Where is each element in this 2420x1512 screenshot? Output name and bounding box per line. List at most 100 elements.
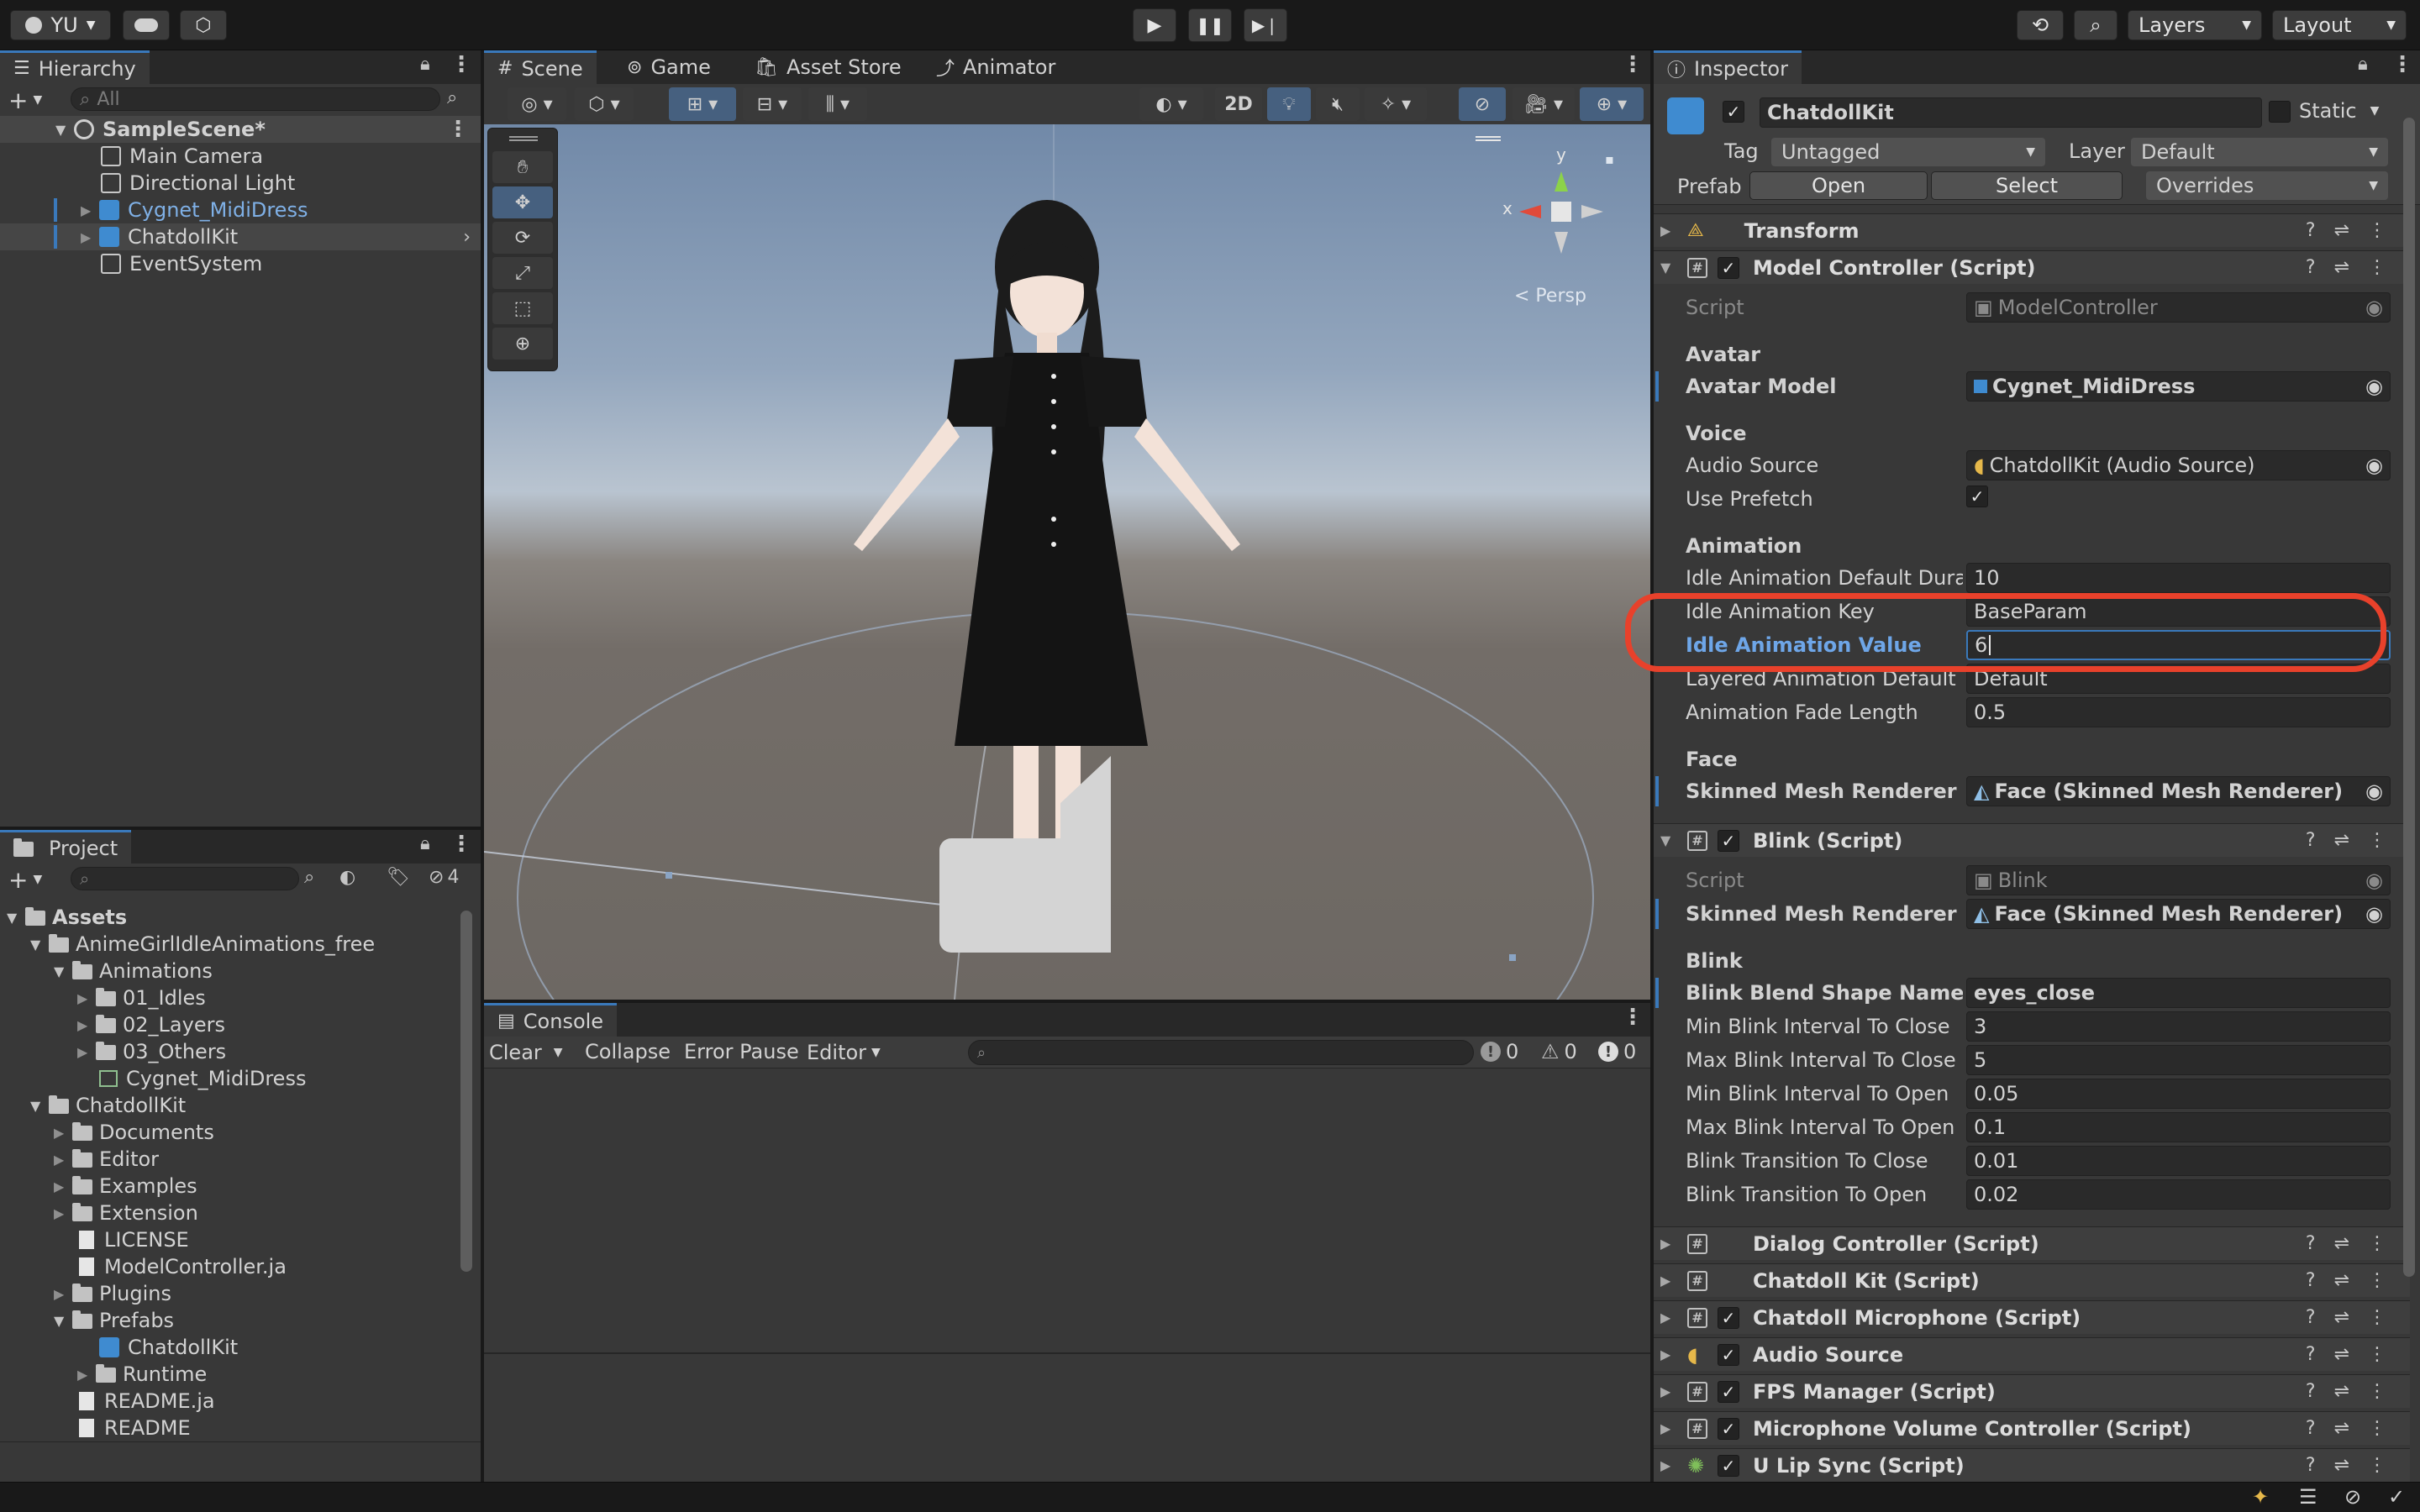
- max-close-input[interactable]: 5: [1966, 1045, 2391, 1075]
- lock-icon[interactable]: 🔒︎: [420, 54, 430, 75]
- min-close-input[interactable]: 3: [1966, 1011, 2391, 1042]
- kebab-menu-icon[interactable]: ⋮: [2368, 1344, 2386, 1365]
- object-picker-icon[interactable]: ◉: [2365, 454, 2383, 477]
- hierarchy-menu-button[interactable]: ⋮: [450, 52, 472, 77]
- presets-icon[interactable]: ⇌: [2334, 1455, 2349, 1476]
- component-ulipsync[interactable]: ▶ ✺ ✓ U Lip Sync (Script) ? ⇌ ⋮: [1654, 1448, 2410, 1482]
- auto-refresh-icon[interactable]: ✓: [2388, 1485, 2405, 1509]
- network-off-icon[interactable]: ⊘: [2344, 1485, 2361, 1509]
- idle-default-duration-input[interactable]: 10: [1966, 563, 2391, 593]
- tab-asset-store[interactable]: 🛍︎ Asset Store: [741, 50, 915, 84]
- project-item-readme[interactable]: README: [79, 1415, 191, 1441]
- tab-hierarchy[interactable]: ☰ Hierarchy: [0, 50, 150, 84]
- static-checkbox[interactable]: [2269, 101, 2291, 123]
- kebab-menu-icon[interactable]: ⋮: [2368, 830, 2386, 851]
- grid-snap-button[interactable]: ⊞ ▾: [669, 87, 736, 121]
- kebab-menu-icon[interactable]: ⋮: [2368, 1418, 2386, 1439]
- prefab-overrides-dropdown[interactable]: Overrides ▼: [2146, 171, 2388, 200]
- trans-open-input[interactable]: 0.02: [1966, 1179, 2391, 1210]
- component-enabled-checkbox[interactable]: ✓: [1718, 1306, 1739, 1329]
- help-icon[interactable]: ?: [2306, 220, 2316, 241]
- project-item-runtime[interactable]: ▶ Runtime: [77, 1361, 207, 1388]
- history-button[interactable]: ⟲: [2017, 10, 2064, 40]
- increment-snap-button[interactable]: ⫼ ▾: [808, 87, 867, 121]
- component-enabled-checkbox[interactable]: ✓: [1718, 256, 1739, 279]
- project-item-readme-ja[interactable]: README.ja: [79, 1388, 215, 1415]
- console-detail-divider[interactable]: [484, 1352, 1650, 1354]
- hierarchy-item-eventsystem[interactable]: EventSystem: [101, 250, 262, 277]
- kebab-menu-icon[interactable]: ⋮: [2368, 257, 2386, 278]
- min-open-input[interactable]: 0.05: [1966, 1079, 2391, 1109]
- audio-source-field[interactable]: ◖ ChatdollKit (Audio Source) ◉: [1966, 450, 2391, 480]
- face-smr-field[interactable]: ◭ Face (Skinned Mesh Renderer) ◉: [1966, 776, 2391, 806]
- component-mic-volume-controller[interactable]: ▶ # ✓ Microphone Volume Controller (Scri…: [1654, 1411, 2410, 1445]
- draw-mode-dropdown[interactable]: ◐ ▾: [1139, 87, 1203, 121]
- project-item-editor[interactable]: ▶ Editor: [54, 1146, 159, 1173]
- object-name-input[interactable]: ChatdollKit: [1760, 97, 2262, 128]
- project-item-documents[interactable]: ▶ Documents: [54, 1119, 214, 1146]
- lighting-toggle[interactable]: 💡︎: [1267, 87, 1311, 121]
- component-fps-manager[interactable]: ▶ # ✓ FPS Manager (Script) ? ⇌ ⋮: [1654, 1374, 2410, 1408]
- orientation-gizmo[interactable]: y x: [1502, 144, 1620, 262]
- static-dropdown[interactable]: Static ▼: [2299, 99, 2379, 123]
- tab-inspector[interactable]: ⓘ Inspector: [1654, 50, 1802, 84]
- component-audio-source[interactable]: ▶ ◖ ✓ Audio Source ? ⇌ ⋮: [1654, 1337, 2410, 1371]
- chevron-right-icon[interactable]: ›: [463, 227, 471, 248]
- effects-dropdown[interactable]: ✧ ▾: [1365, 87, 1427, 121]
- hidden-packages-toggle[interactable]: ⊘ 4: [429, 867, 459, 888]
- gizmos-dropdown[interactable]: ⊕ ▾: [1580, 87, 1644, 121]
- component-model-controller[interactable]: ▼ # ✓ Model Controller (Script) ? ⇌ ⋮: [1654, 250, 2410, 284]
- project-item-chatdollkit-prefab[interactable]: ChatdollKit: [99, 1334, 238, 1361]
- console-search-input[interactable]: ⌕: [968, 1040, 1474, 1065]
- component-blink[interactable]: ▼ # ✓ Blink (Script) ? ⇌ ⋮: [1654, 823, 2410, 857]
- component-enabled-checkbox[interactable]: ✓: [1718, 1454, 1739, 1477]
- help-icon[interactable]: ?: [2306, 1344, 2316, 1365]
- help-icon[interactable]: ?: [2306, 1307, 2316, 1328]
- collab-button[interactable]: ⬡: [180, 10, 227, 40]
- persp-label[interactable]: < Persp: [1514, 286, 1586, 307]
- project-item-03-others[interactable]: ▶ 03_Others: [77, 1038, 226, 1065]
- project-item-examples[interactable]: ▶ Examples: [54, 1173, 197, 1200]
- project-item-extension[interactable]: ▶ Extension: [54, 1200, 198, 1226]
- transform-tool-button[interactable]: ⊕: [492, 328, 553, 360]
- project-item-chatdollkit[interactable]: ▼ ChatdollKit: [30, 1092, 186, 1119]
- object-picker-icon[interactable]: ◉: [2365, 780, 2383, 803]
- kebab-menu-icon[interactable]: ⋮: [2368, 220, 2386, 241]
- hierarchy-item-main-camera[interactable]: Main Camera: [101, 143, 263, 170]
- kebab-menu-icon[interactable]: ⋮: [2368, 1455, 2386, 1476]
- hand-tool-button[interactable]: ✋︎: [492, 151, 553, 183]
- tab-project[interactable]: Project: [0, 830, 132, 864]
- lock-icon[interactable]: 🔒︎: [2358, 54, 2368, 75]
- shape-name-input[interactable]: eyes_close: [1966, 978, 2391, 1008]
- move-tool-button[interactable]: ✥: [492, 186, 553, 218]
- grid-toggle-button[interactable]: ⊟ ▾: [743, 87, 802, 121]
- project-item-plugins[interactable]: ▶ Plugins: [54, 1280, 171, 1307]
- info-filter-toggle[interactable]: ! 0: [1481, 1040, 1518, 1063]
- label-filter-icon[interactable]: 🏷︎: [387, 867, 410, 888]
- tab-game[interactable]: ⊚ Game: [613, 50, 724, 84]
- component-enabled-checkbox[interactable]: ✓: [1718, 829, 1739, 852]
- tag-dropdown[interactable]: Untagged ▼: [1771, 138, 2045, 166]
- component-transform[interactable]: ▶ ⟁ Transform ? ⇌ ⋮: [1654, 213, 2410, 247]
- pivot-dropdown[interactable]: ⬡ ▾: [575, 87, 634, 121]
- project-item-license[interactable]: LICENSE: [79, 1226, 189, 1253]
- tab-scene[interactable]: # Scene: [484, 50, 597, 84]
- palette-grip[interactable]: [509, 136, 538, 141]
- avatar-model-field[interactable]: Cygnet_MidiDress ◉: [1966, 371, 2391, 402]
- tab-console[interactable]: ▤ Console: [484, 1003, 618, 1037]
- presets-icon[interactable]: ⇌: [2334, 257, 2349, 278]
- presets-icon[interactable]: ⇌: [2334, 1270, 2349, 1291]
- scene-row[interactable]: ▼ SampleScene* ⋮: [0, 116, 481, 143]
- prefab-select-button[interactable]: Select: [1931, 171, 2123, 200]
- lock-icon[interactable]: 🔒︎: [420, 833, 430, 854]
- prefab-icon[interactable]: [1667, 97, 1704, 134]
- inspector-scrollbar[interactable]: [2403, 118, 2415, 1277]
- scene-menu-button[interactable]: ⋮: [1622, 52, 1644, 77]
- presets-icon[interactable]: ⇌: [2334, 1307, 2349, 1328]
- project-item-cygnet-controller[interactable]: Cygnet_MidiDress: [99, 1065, 306, 1092]
- object-picker-icon[interactable]: ◉: [2365, 375, 2383, 398]
- project-item-01-idles[interactable]: ▶ 01_Idles: [77, 984, 206, 1011]
- scene-viewport[interactable]: ✋︎ ✥ ⟳ ⤢ ⬚ ⊕ y x < Persp ▪: [484, 124, 1650, 1000]
- kebab-menu-icon[interactable]: ⋮: [2368, 1381, 2386, 1402]
- project-menu-button[interactable]: ⋮: [450, 832, 472, 857]
